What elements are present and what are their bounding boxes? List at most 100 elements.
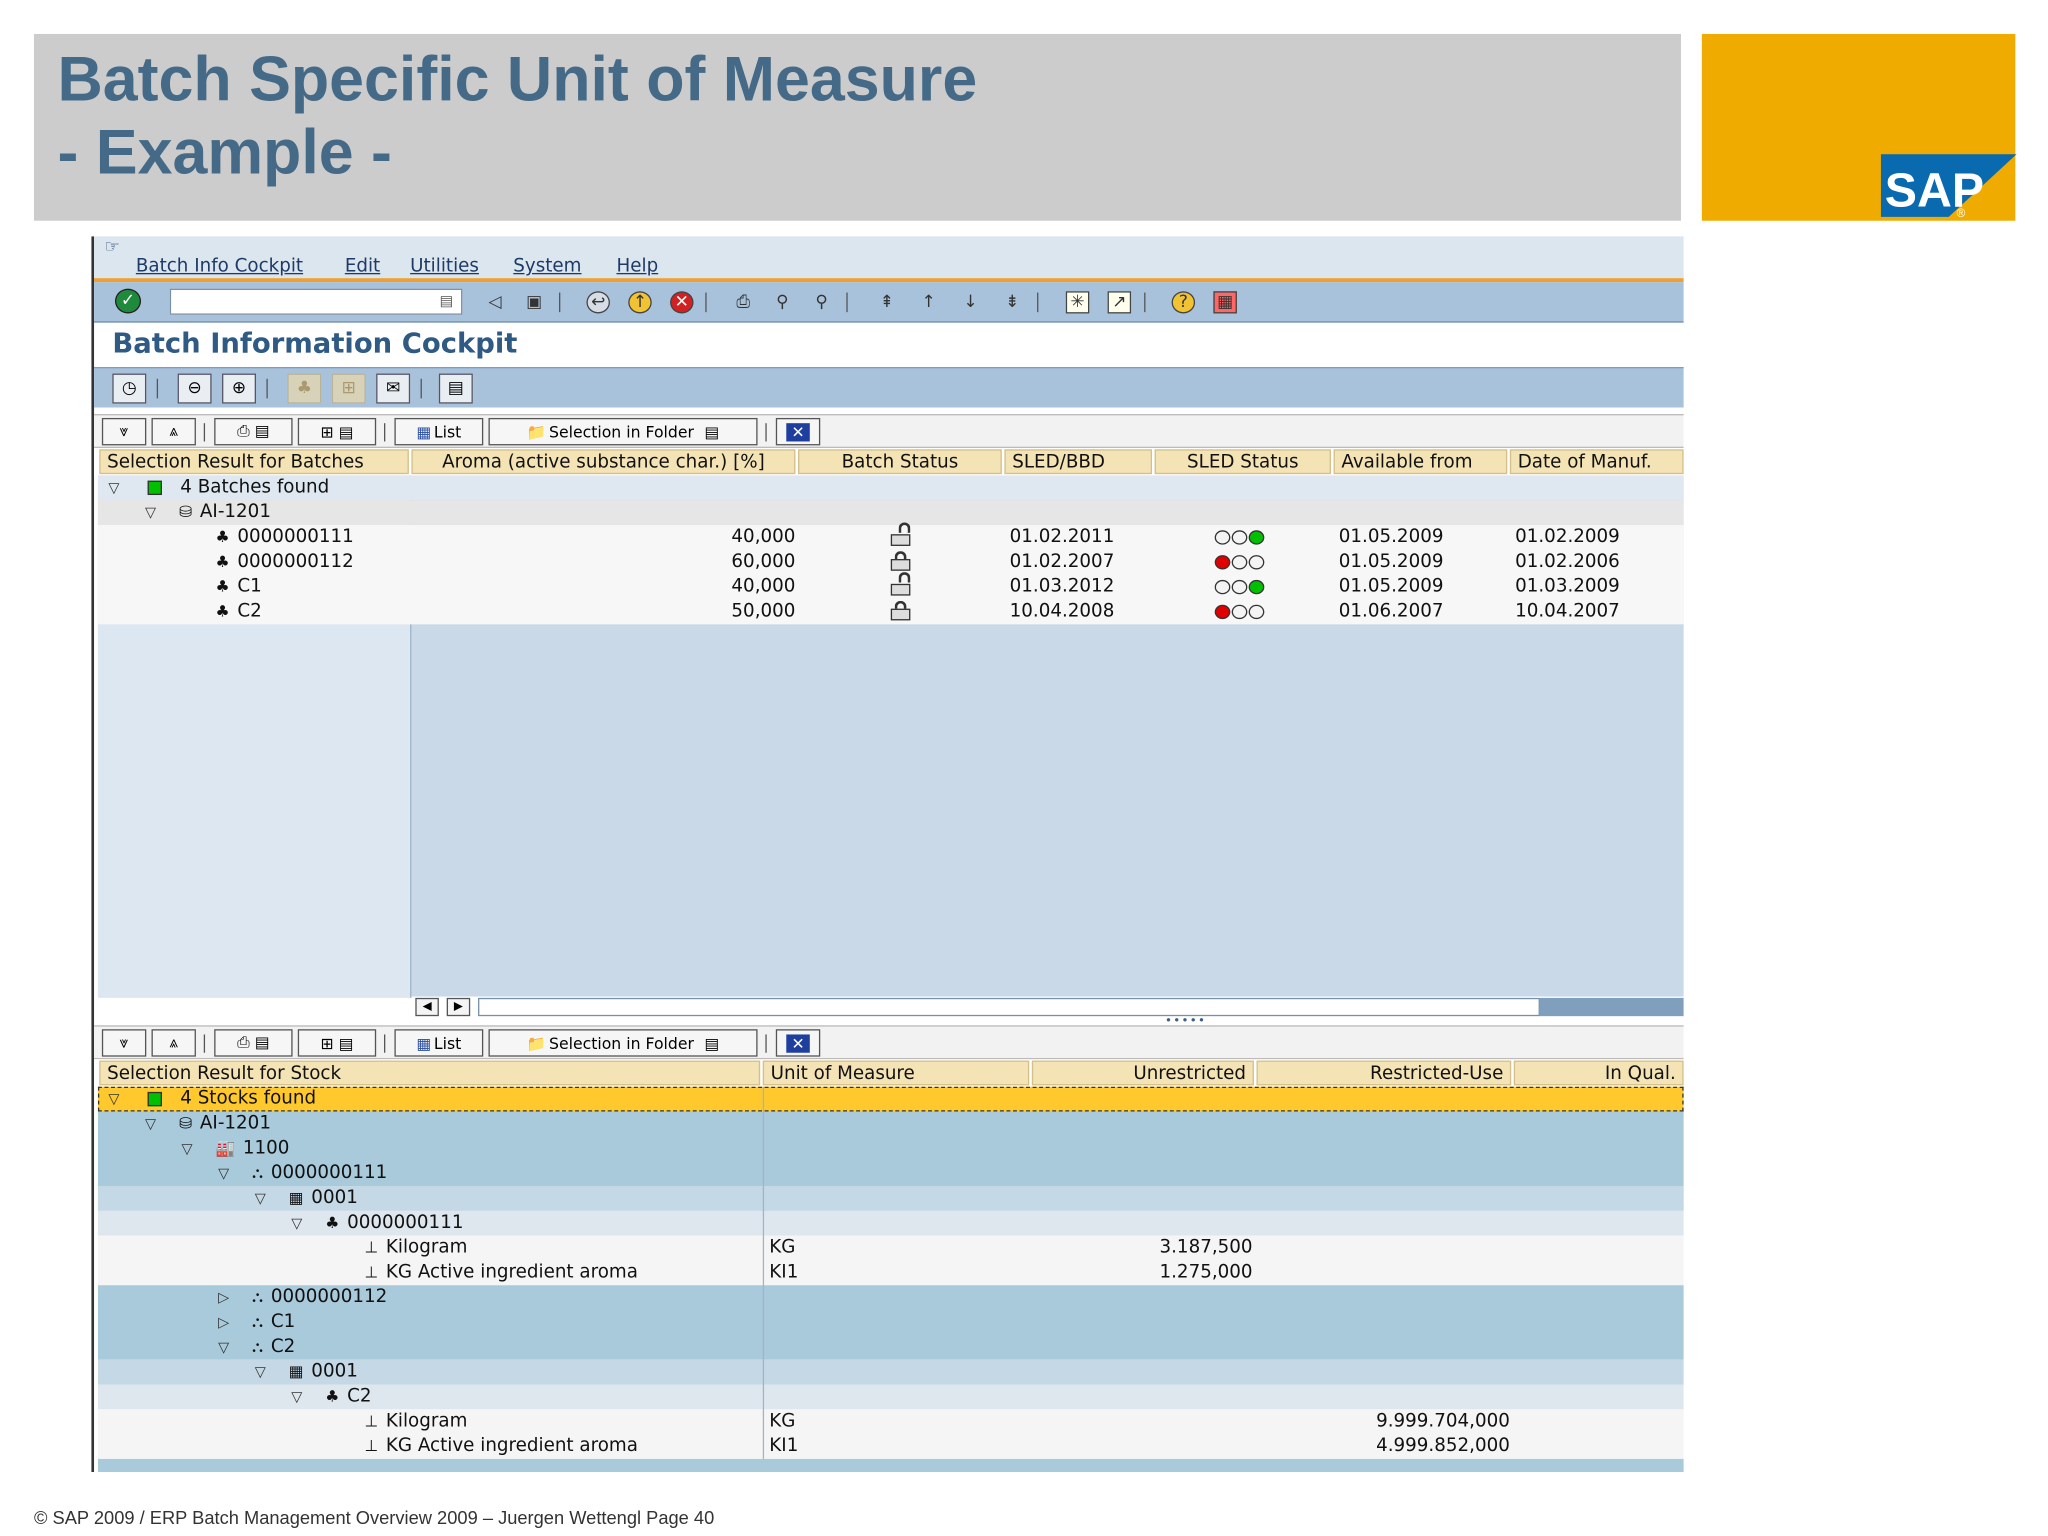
collapse-triangle-icon[interactable]: ▽ (218, 1339, 229, 1356)
tree-node-batch[interactable]: ▷ ⛬ C1 (98, 1310, 1684, 1335)
list-button[interactable]: ▦ List (394, 417, 484, 446)
command-history-icon[interactable]: ▤ (440, 293, 454, 310)
expand-all-icon[interactable]: ⩔ (101, 417, 147, 446)
menu-help[interactable]: Help (616, 256, 658, 277)
tree-node-storage-location[interactable]: ▽ ▦ 0001 (98, 1186, 1684, 1211)
next-page-icon[interactable]: ↓ (959, 291, 983, 313)
collapse-triangle-icon[interactable]: ▽ (108, 1091, 119, 1108)
batch-icon[interactable]: ♣ (287, 373, 322, 404)
col-sled-status[interactable]: SLED Status (1154, 449, 1331, 475)
collapse-triangle-icon[interactable]: ▽ (108, 479, 119, 496)
back-icon[interactable]: ↩ (586, 291, 610, 314)
shortcut-icon[interactable]: ↗ (1107, 291, 1132, 314)
collapse-triangle-icon[interactable]: ▽ (145, 1115, 156, 1132)
find-next-icon[interactable]: ⚲ (810, 291, 834, 313)
stock-uom-row[interactable]: ⊥ KG Active ingredient aroma KI1 4.999.85… (98, 1434, 1684, 1459)
scroll-track[interactable] (1539, 997, 1684, 1017)
list-details-icon[interactable]: ▤ (438, 373, 473, 404)
tree-node-material[interactable]: ▽ ⛁ AI-1201 (98, 1112, 1684, 1137)
help-icon[interactable]: ? (1171, 291, 1196, 314)
horizontal-scrollbar[interactable]: ◀ ▶ (413, 997, 1684, 1018)
expand-triangle-icon[interactable]: ▷ (218, 1289, 229, 1306)
col-available-from[interactable]: Available from (1333, 449, 1508, 475)
batch-group-icon: ⛬ (252, 1287, 264, 1307)
collapse-triangle-icon[interactable]: ▽ (291, 1388, 302, 1405)
col-date-of-manuf[interactable]: Date of Manuf. (1509, 449, 1684, 475)
enter-icon[interactable]: ✓ (114, 288, 142, 314)
tree-node-batch[interactable]: ▽ ⛬ 0000000111 (98, 1161, 1684, 1186)
tree-node-batches-found[interactable]: ▽ 4 Batches found (98, 475, 1684, 500)
col-selection-result-stock[interactable]: Selection Result for Stock (99, 1060, 761, 1086)
stock-uom-row[interactable]: ⊥ Kilogram KG 9.999.704,000 (98, 1409, 1684, 1434)
tree-node-plant[interactable]: ▽ 🏭 1100 (98, 1136, 1684, 1161)
scroll-right-icon[interactable]: ▶ (446, 997, 471, 1017)
zoom-out-icon[interactable]: ⊖ (177, 373, 212, 404)
print-menu-button[interactable]: ⎙ ▤ (214, 417, 293, 446)
collapse-triangle-icon[interactable]: ▽ (255, 1364, 266, 1381)
tree-node-material[interactable]: ▽ ⛁ AI-1201 (98, 500, 1684, 525)
save-icon[interactable]: ▣ (522, 291, 546, 313)
tree-node-stocks-found[interactable]: ▽ 4 Stocks found (98, 1087, 1684, 1112)
tree-node-storage-location[interactable]: ▽ ▦ 0001 (98, 1360, 1684, 1385)
col-unrestricted[interactable]: Unrestricted (1031, 1060, 1254, 1086)
col-restricted-use[interactable]: Restricted-Use (1256, 1060, 1512, 1086)
expand-triangle-icon[interactable]: ▷ (218, 1314, 229, 1331)
collapse-triangle-icon[interactable]: ▽ (145, 504, 156, 521)
command-field[interactable]: ▤ (169, 288, 463, 315)
col-batch-status[interactable]: Batch Status (798, 449, 1002, 475)
col-selection-result-batches[interactable]: Selection Result for Batches (99, 449, 409, 475)
export-menu-button[interactable]: ⊞ ▤ (297, 417, 377, 446)
col-sled-bbd[interactable]: SLED/BBD (1004, 449, 1152, 475)
tree-node-batch-detail[interactable]: ▽ ♣ C2 (98, 1384, 1684, 1409)
stock-uom-row[interactable]: ⊥ KG Active ingredient aroma KI1 1.275,00… (98, 1260, 1684, 1285)
hierarchy-icon[interactable]: ⊞ (331, 373, 366, 404)
menu-batch-info-cockpit[interactable]: Batch Info Cockpit (136, 256, 303, 277)
batch-row[interactable]: ♣ C2 50,000 10.04.2008 01.06.2007 10.04.2… (98, 600, 1684, 625)
selection-in-folder-button[interactable]: 📁 Selection in Folder ▤ (488, 1029, 758, 1057)
zoom-in-icon[interactable]: ⊕ (222, 373, 256, 404)
batch-row[interactable]: ♣ C1 40,000 01.03.2012 01.05.2009 01.03.2… (98, 572, 1684, 600)
batch-row[interactable]: ♣ 0000000112 60,000 01.02.2007 01.05.2009… (98, 550, 1684, 575)
selection-in-folder-button[interactable]: 📁 Selection in Folder ▤ (488, 417, 758, 446)
layout-menu-icon[interactable]: ▦ (1213, 291, 1237, 314)
scroll-left-icon[interactable]: ◀ (415, 997, 439, 1017)
previous-page-icon[interactable]: ↑ (917, 291, 941, 313)
batch-row[interactable]: ♣ 0000000111 40,000 01.02.2011 01.05.2009… (98, 522, 1684, 550)
menu-edit[interactable]: Edit (345, 256, 380, 277)
stock-uom-row[interactable]: ⊥ Kilogram KG 3.187,500 (98, 1236, 1684, 1261)
collapse-triangle-icon[interactable]: ▽ (218, 1165, 229, 1182)
available-from-value: 01.05.2009 (1338, 526, 1444, 548)
collapse-triangle-icon[interactable]: ▽ (255, 1190, 266, 1207)
collapse-all-icon[interactable]: ⩓ (151, 417, 196, 446)
first-page-icon[interactable]: ⇞ (875, 291, 899, 313)
close-folder-icon[interactable]: ✕ (775, 1029, 821, 1057)
tree-node-batch[interactable]: ▽ ⛬ C2 (98, 1335, 1684, 1360)
print-menu-button[interactable]: ⎙ ▤ (214, 1029, 293, 1057)
tree-node-batch[interactable]: ▷ ⛬ 0000000112 (98, 1285, 1684, 1310)
menu-system[interactable]: System (513, 256, 581, 277)
find-icon[interactable]: ⚲ (771, 291, 795, 313)
last-page-icon[interactable]: ⇟ (1000, 291, 1024, 313)
export-menu-button[interactable]: ⊞ ▤ (297, 1029, 377, 1057)
execute-clock-icon[interactable]: ◷ (112, 373, 147, 404)
document-icon[interactable]: ✉ (376, 373, 411, 404)
col-unit-of-measure[interactable]: Unit of Measure (762, 1060, 1030, 1086)
col-aroma[interactable]: Aroma (active substance char.) [%] (411, 449, 796, 475)
collapse-all-icon[interactable]: ⩓ (151, 1029, 196, 1057)
system-menu-icon[interactable]: ☞ (104, 238, 119, 258)
collapse-triangle-icon[interactable]: ▽ (182, 1140, 193, 1157)
close-folder-icon[interactable]: ✕ (775, 417, 821, 446)
print-icon[interactable]: ⎙ (731, 291, 755, 313)
tree-node-batch-detail[interactable]: ▽ ♣ 0000000111 (98, 1211, 1684, 1236)
collapse-triangle-icon[interactable]: ▽ (291, 1215, 302, 1232)
col-in-quality[interactable]: In Qual. (1513, 1060, 1684, 1086)
menu-utilities[interactable]: Utilities (410, 256, 479, 277)
cancel-icon[interactable]: ✕ (670, 291, 694, 314)
new-session-icon[interactable]: ✳ (1065, 291, 1090, 314)
list-button[interactable]: ▦ List (394, 1029, 484, 1057)
back-arrow-icon[interactable]: ◁ (483, 291, 507, 313)
exit-icon[interactable]: ↑ (628, 291, 652, 314)
scroll-thumb[interactable] (478, 997, 1540, 1017)
expand-all-icon[interactable]: ⩔ (101, 1029, 147, 1057)
application-toolbar: ◷ ⊖ ⊕ ♣ ⊞ ✉ ▤ (94, 367, 1684, 408)
